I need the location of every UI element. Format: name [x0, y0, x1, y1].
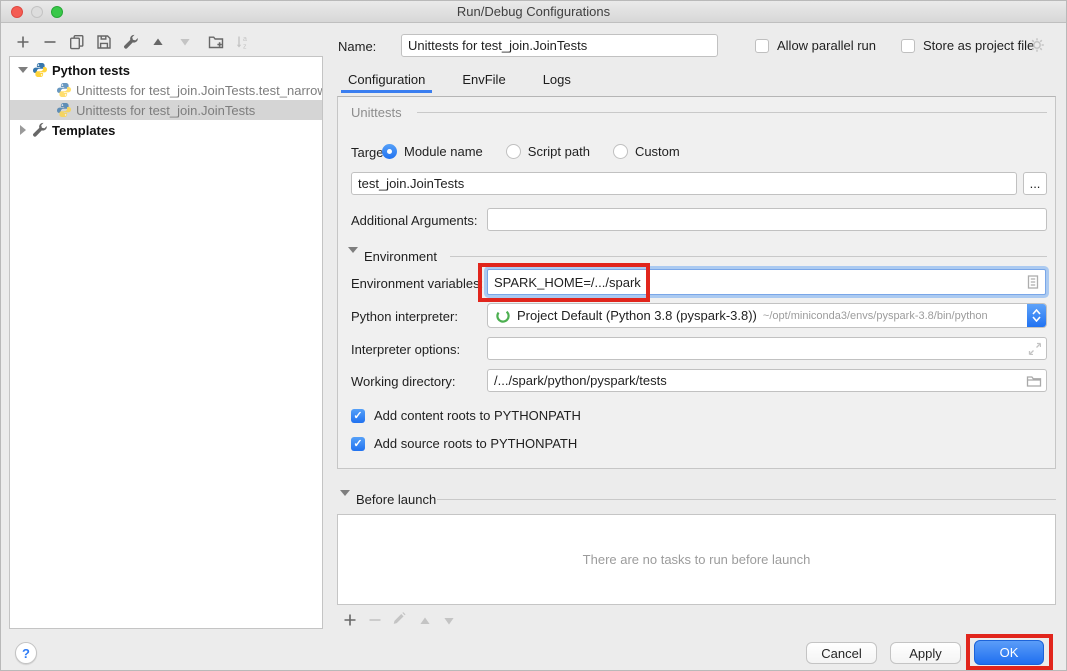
before-launch-section-title: Before launch [356, 492, 436, 507]
store-as-project-file-label: Store as project file [923, 38, 1034, 53]
remove-icon[interactable] [42, 34, 58, 50]
configurations-tree: Python tests Unittests for test_join.Joi… [9, 56, 323, 629]
add-content-roots-checkbox[interactable]: Add content roots to PYTHONPATH [351, 408, 581, 423]
checkbox-icon[interactable] [901, 39, 915, 53]
move-down-icon [177, 34, 193, 50]
save-icon[interactable] [96, 34, 112, 50]
group-divider [437, 499, 1056, 500]
environment-section-title: Environment [364, 249, 437, 264]
store-as-project-file-checkbox[interactable]: Store as project file [901, 38, 1034, 53]
tree-item-templates[interactable]: Templates [10, 120, 322, 140]
name-label: Name: [338, 39, 376, 54]
radio-custom-label: Custom [635, 144, 680, 159]
help-button[interactable]: ? [15, 642, 37, 664]
title-bar: Run/Debug Configurations [1, 1, 1066, 23]
tab-envfile[interactable]: EnvFile [462, 72, 505, 87]
expand-caret-icon[interactable] [18, 125, 28, 135]
tab-configuration[interactable]: Configuration [348, 72, 425, 87]
tree-item-python-tests[interactable]: Python tests [10, 60, 322, 80]
move-up-icon[interactable] [150, 34, 166, 50]
python-interpreter-value: Project Default (Python 3.8 (pyspark-3.8… [517, 308, 757, 323]
paste-icon[interactable] [1025, 274, 1041, 290]
expand-icon[interactable] [1027, 341, 1041, 355]
working-directory-label: Working directory: [351, 374, 456, 389]
checkbox-checked-icon[interactable] [351, 437, 365, 451]
environment-variables-label: Environment variables: [351, 276, 483, 291]
unittests-group-title: Unittests [351, 105, 402, 120]
environment-variables-input[interactable]: SPARK_HOME=/.../spark [487, 269, 1046, 295]
stepper-icon[interactable] [1027, 304, 1046, 327]
allow-parallel-run-checkbox[interactable]: Allow parallel run [755, 38, 876, 53]
conda-interpreter-icon [495, 308, 511, 324]
pencil-icon [392, 612, 406, 626]
additional-arguments-label: Additional Arguments: [351, 213, 477, 228]
working-directory-input[interactable] [487, 369, 1047, 392]
sort-icon [235, 34, 251, 50]
radio-module-name[interactable] [382, 144, 397, 159]
close-window-button[interactable] [11, 6, 23, 18]
radio-custom[interactable] [613, 144, 628, 159]
copy-icon[interactable] [69, 34, 85, 50]
radio-script-path-label: Script path [528, 144, 590, 159]
collapse-caret-icon[interactable] [18, 65, 28, 75]
configurations-toolbar [15, 34, 251, 50]
window-title: Run/Debug Configurations [1, 1, 1066, 22]
python-interpreter-select[interactable]: Project Default (Python 3.8 (pyspark-3.8… [487, 303, 1047, 328]
before-launch-toolbar [342, 612, 454, 626]
tree-item-label: Unittests for test_join.JoinTests.test_n… [76, 83, 322, 98]
add-task-icon[interactable] [342, 612, 356, 626]
apply-button[interactable]: Apply [890, 642, 961, 664]
environment-variables-value: SPARK_HOME=/.../spark [494, 275, 641, 290]
name-input[interactable] [401, 34, 718, 57]
before-launch-empty-message: There are no tasks to run before launch [583, 552, 811, 567]
move-task-down-icon [441, 613, 454, 626]
before-launch-collapse-icon[interactable] [340, 496, 350, 511]
python-interpreter-label: Python interpreter: [351, 309, 458, 324]
browse-button[interactable]: ... [1023, 172, 1047, 195]
config-tabs: Configuration EnvFile Logs [348, 72, 571, 87]
group-divider [450, 256, 1047, 257]
ok-button[interactable]: OK [974, 640, 1044, 665]
active-tab-underline [341, 90, 432, 93]
edit-templates-icon[interactable] [123, 34, 139, 50]
gear-icon[interactable] [1029, 37, 1045, 53]
tree-item-label: Unittests for test_join.JoinTests [76, 103, 255, 118]
remove-task-icon [367, 612, 381, 626]
add-content-roots-label: Add content roots to PYTHONPATH [374, 408, 581, 423]
before-launch-task-list: There are no tasks to run before launch [337, 514, 1056, 605]
tree-item-unittests-narrow[interactable]: Unittests for test_join.JoinTests.test_n… [10, 80, 322, 100]
radio-module-name-label: Module name [404, 144, 483, 159]
cancel-button[interactable]: Cancel [806, 642, 877, 664]
checkbox-icon[interactable] [755, 39, 769, 53]
python-test-icon [56, 102, 72, 118]
folder-icon[interactable] [1026, 373, 1042, 389]
minimize-window-button [31, 6, 43, 18]
allow-parallel-run-label: Allow parallel run [777, 38, 876, 53]
zoom-window-button[interactable] [51, 6, 63, 18]
group-divider [417, 112, 1047, 113]
tree-item-label: Templates [52, 123, 115, 138]
target-radio-group: Module name Script path Custom [382, 144, 680, 159]
tree-item-unittests-join-selected[interactable]: Unittests for test_join.JoinTests [10, 100, 322, 120]
tab-logs[interactable]: Logs [543, 72, 571, 87]
python-test-icon [56, 82, 72, 98]
module-name-input[interactable] [351, 172, 1017, 195]
run-debug-configurations-dialog: Run/Debug Configurations Python tests Un… [0, 0, 1067, 671]
additional-arguments-input[interactable] [487, 208, 1047, 231]
add-icon[interactable] [15, 34, 31, 50]
wrench-icon [32, 122, 48, 138]
add-source-roots-checkbox[interactable]: Add source roots to PYTHONPATH [351, 436, 577, 451]
interpreter-options-input[interactable] [487, 337, 1047, 360]
interpreter-options-label: Interpreter options: [351, 342, 460, 357]
move-task-up-icon [417, 613, 430, 626]
environment-collapse-icon[interactable] [348, 253, 358, 268]
radio-script-path[interactable] [506, 144, 521, 159]
new-folder-icon[interactable] [204, 34, 224, 50]
add-source-roots-label: Add source roots to PYTHONPATH [374, 436, 577, 451]
python-icon [32, 62, 48, 78]
tree-item-label: Python tests [52, 63, 130, 78]
python-interpreter-path: ~/opt/miniconda3/envs/pyspark-3.8/bin/py… [763, 310, 988, 322]
checkbox-checked-icon[interactable] [351, 409, 365, 423]
